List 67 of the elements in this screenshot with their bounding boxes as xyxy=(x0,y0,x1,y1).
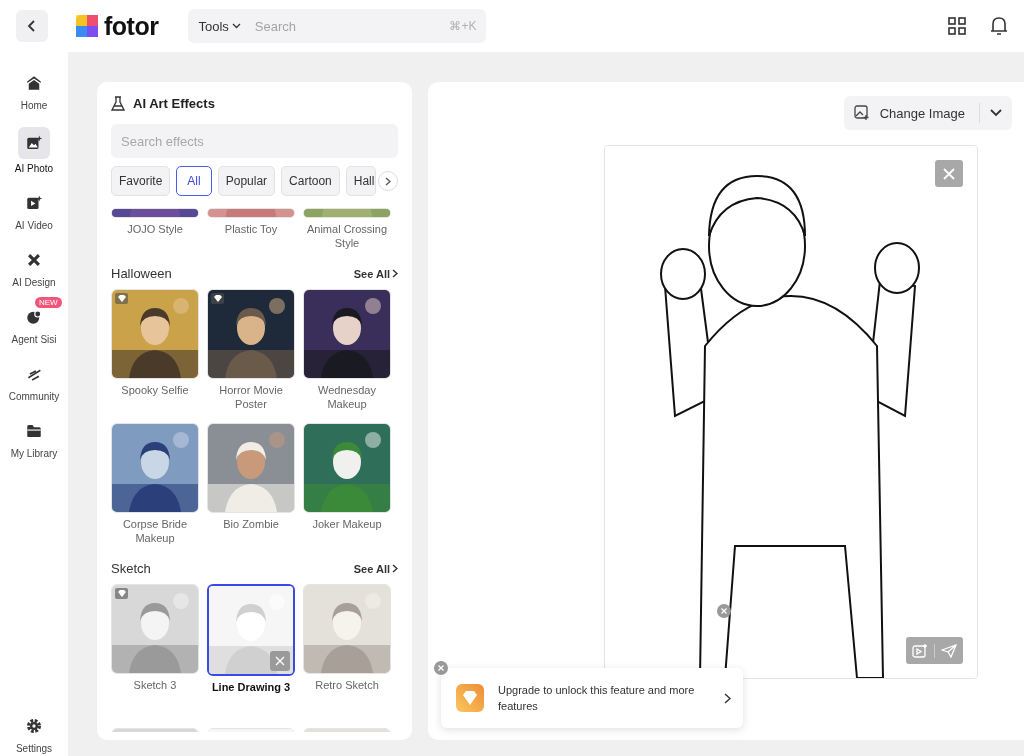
sidebar-item[interactable]: AI Photo xyxy=(1,119,67,174)
chevron-right-icon[interactable] xyxy=(724,692,731,704)
bell-icon[interactable] xyxy=(990,16,1008,36)
settings-item[interactable]: Settings xyxy=(1,705,67,754)
image-add-icon xyxy=(853,105,870,121)
close-icon xyxy=(438,665,444,671)
close-icon xyxy=(721,608,727,614)
effect-tile[interactable]: JOJO Style xyxy=(111,208,199,250)
back-button[interactable] xyxy=(16,10,48,42)
search-field[interactable]: Tools Search ⌘+K xyxy=(188,9,487,43)
effect-tile[interactable]: Animal Crossing Style xyxy=(303,208,391,250)
sidebar-item[interactable]: My Library xyxy=(1,410,67,459)
effect-label: Horror Movie Poster xyxy=(218,383,284,411)
see-all-link[interactable]: See All xyxy=(353,267,398,280)
video-icon xyxy=(25,194,43,212)
effect-tile[interactable]: Plastic Toy xyxy=(207,208,295,250)
effect-label: Joker Makeup xyxy=(312,517,382,531)
chevron-right-icon xyxy=(385,176,392,186)
close-button[interactable] xyxy=(935,160,963,187)
filter-tab[interactable]: Popular xyxy=(217,166,276,196)
effect-label: Sketch 3 xyxy=(133,678,177,692)
effect-label: Retro Sketch xyxy=(315,678,379,692)
effect-label: JOJO Style xyxy=(127,222,183,236)
section-title: Halloween xyxy=(111,266,172,281)
filter-tab[interactable]: Favorite xyxy=(111,166,171,196)
upgrade-message: Upgrade to unlock this feature and more features xyxy=(498,683,696,714)
filter-tab[interactable]: Cartoon xyxy=(281,166,340,196)
effect-label: Spooky Selfie xyxy=(121,383,189,397)
sidebar-item[interactable]: Home xyxy=(1,62,67,111)
new-badge: NEW xyxy=(35,297,62,308)
sidebar-item[interactable]: AI Video xyxy=(1,182,67,231)
video-add-icon[interactable] xyxy=(912,643,928,658)
effect-label: Animal Crossing Style xyxy=(305,222,389,250)
sidebar-item[interactable]: NEW Agent Sisi xyxy=(1,296,67,345)
apps-grid-icon[interactable] xyxy=(948,17,966,35)
logo-icon xyxy=(76,15,98,37)
settings-icon xyxy=(26,718,42,734)
chevron-right-icon xyxy=(392,564,398,573)
flask-icon xyxy=(111,96,125,111)
panel-title: AI Art Effects xyxy=(133,96,215,111)
shortcut-hint: ⌘+K xyxy=(449,19,477,33)
effect-label: Corpse Bride Makeup xyxy=(121,517,189,545)
chevron-left-icon xyxy=(27,19,37,33)
scroll-right-button[interactable] xyxy=(378,171,398,191)
close-button[interactable] xyxy=(434,661,448,675)
chevron-down-icon xyxy=(990,109,1002,117)
filter-tab[interactable]: All xyxy=(176,166,212,196)
effect-label: Wednesday Makeup xyxy=(317,383,377,411)
sidebar-item[interactable]: AI Design xyxy=(1,239,67,288)
sidebar-item[interactable]: Community xyxy=(1,353,67,402)
effect-label: Bio Zombie xyxy=(223,517,279,531)
home-icon xyxy=(25,74,43,92)
see-all-link[interactable]: See All xyxy=(353,562,398,575)
library-icon xyxy=(25,422,43,440)
filter-tab[interactable]: Hall xyxy=(345,166,377,196)
close-icon xyxy=(943,167,955,180)
tools-dropdown[interactable]: Tools xyxy=(198,18,241,34)
chevron-down-icon xyxy=(231,23,241,29)
change-image-button[interactable]: Change Image xyxy=(843,96,1012,130)
send-icon[interactable] xyxy=(941,643,957,658)
logo-wordmark: fotor xyxy=(104,11,159,41)
effect-label: Plastic Toy xyxy=(224,222,278,236)
section-title: Sketch xyxy=(111,561,151,576)
photo-icon xyxy=(25,134,43,152)
chevron-right-icon xyxy=(392,269,398,278)
effects-search-field[interactable]: Search effects xyxy=(111,124,398,158)
effect-label: Line Drawing 3 xyxy=(211,680,291,694)
